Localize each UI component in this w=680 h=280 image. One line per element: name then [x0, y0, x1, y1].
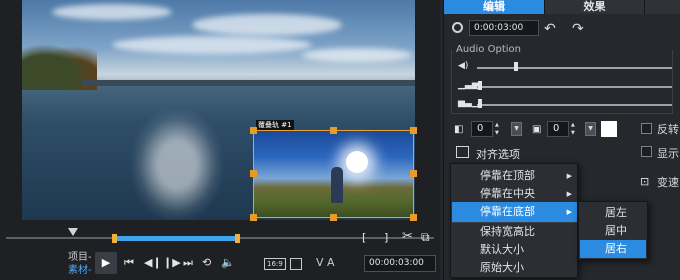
- menu-item-label: 默认大小: [480, 243, 524, 256]
- border-style-dropdown[interactable]: ▼: [511, 122, 522, 136]
- menu-item-label: 停靠在顶部: [480, 169, 535, 182]
- clip-mode-label[interactable]: 素材-: [68, 264, 92, 277]
- submenu-arrow-icon: ▶: [566, 190, 572, 198]
- shadow-icon: ▣: [532, 124, 542, 135]
- timecode-field[interactable]: 00:00:03:00: [364, 255, 436, 272]
- speed-icon[interactable]: ⊡: [640, 175, 649, 188]
- snapshot-icon[interactable]: ⧉: [421, 229, 430, 245]
- volume-slider[interactable]: [477, 67, 672, 69]
- overlay-clip-label: 覆叠轨 #1: [256, 120, 294, 130]
- cloud: [112, 36, 312, 54]
- resize-handle-bottom-left[interactable]: [250, 214, 257, 221]
- dock-bottom-submenu: 居左 居中 居右: [578, 201, 648, 260]
- far-shore: [82, 80, 415, 86]
- overlay-clip[interactable]: [253, 130, 414, 218]
- fade-in-icon: ▁▃▅: [458, 80, 479, 90]
- fade-out-icon: ▅▃▁: [458, 98, 479, 108]
- resize-handle-left[interactable]: [250, 170, 257, 177]
- shadow-style-dropdown[interactable]: ▼: [585, 122, 596, 136]
- align-options-icon[interactable]: [456, 146, 469, 158]
- project-mode-label[interactable]: 项目-: [68, 251, 92, 264]
- overlay-person: [331, 167, 343, 203]
- fade-out-slider-thumb[interactable]: [478, 99, 482, 108]
- menu-item-keep-aspect[interactable]: 保持宽高比: [452, 222, 577, 242]
- speaker-icon: ◀): [458, 61, 469, 71]
- volume-slider-thumb[interactable]: [514, 62, 518, 71]
- menu-item-label: 停靠在中央: [480, 187, 535, 200]
- volume-icon[interactable]: 🔈: [221, 255, 235, 271]
- end-icon[interactable]: ⏭: [183, 255, 193, 271]
- resize-handle-top-right[interactable]: [410, 127, 417, 134]
- menu-item-dock-center[interactable]: 停靠在中央 ▶: [452, 184, 577, 204]
- scrubber-thumb[interactable]: [68, 228, 78, 236]
- rotate-left-icon[interactable]: ↶: [544, 21, 556, 37]
- fade-out-slider[interactable]: [477, 104, 672, 106]
- tab-more[interactable]: [644, 0, 680, 14]
- duration-field[interactable]: 0:00:03:00: [469, 20, 539, 36]
- submenu-arrow-icon: ▶: [566, 208, 572, 216]
- audio-option-title: Audio Option: [456, 44, 521, 55]
- options-tabs: 编辑 效果: [444, 0, 680, 14]
- reverse-checkbox[interactable]: [641, 123, 652, 134]
- cloud: [192, 14, 342, 36]
- cloud: [302, 48, 412, 62]
- border-color-swatch[interactable]: [601, 121, 617, 137]
- submenu-item-left[interactable]: 居左: [580, 204, 646, 222]
- play-button[interactable]: ▶: [95, 252, 117, 274]
- preview-pane: 覆叠轨 #1 [ ] ✂ ⧉ 项目- 素材- ▶ ⏮ ◀❙ ❙▶ ⏭ ⟲ 🔈 1…: [0, 0, 440, 280]
- menu-item-label: 停靠在底部: [480, 205, 535, 218]
- trim-start-handle[interactable]: [112, 234, 117, 243]
- mode-switch: 项目- 素材-: [68, 251, 92, 277]
- border-size-field[interactable]: 0: [471, 121, 493, 137]
- reverse-label: 反转: [657, 123, 679, 136]
- speed-label[interactable]: 变速: [657, 174, 679, 190]
- border-size-stepper[interactable]: ▲ ▼: [495, 121, 502, 137]
- tab-edit[interactable]: 编辑: [444, 0, 544, 14]
- cloud: [52, 4, 172, 20]
- play-icon: ▶: [101, 256, 111, 269]
- submenu-arrow-icon: ▶: [566, 172, 572, 180]
- resize-handle-top-left[interactable]: [250, 127, 257, 134]
- resize-handle-bottom[interactable]: [330, 214, 337, 221]
- menu-item-dock-bottom[interactable]: 停靠在底部 ▶: [452, 202, 577, 222]
- submenu-item-right[interactable]: 居右: [580, 240, 646, 258]
- home-icon[interactable]: ⏮: [124, 255, 134, 271]
- repeat-icon[interactable]: ⟲: [202, 255, 211, 271]
- show-label: 显示: [657, 147, 679, 160]
- overlay-sun: [346, 151, 368, 173]
- rotate-right-icon[interactable]: ↷: [572, 21, 584, 37]
- mark-out-icon[interactable]: ]: [384, 230, 388, 246]
- shadow-size-field[interactable]: 0: [547, 121, 569, 137]
- text-tool-label[interactable]: V A: [316, 256, 335, 269]
- menu-item-dock-top[interactable]: 停靠在顶部 ▶: [452, 166, 577, 186]
- trim-range[interactable]: [114, 236, 238, 241]
- align-options-menu: 停靠在顶部 ▶ 停靠在中央 ▶ 停靠在底部 ▶ 保持宽高比 默认大小 原始大小: [450, 163, 578, 278]
- menu-item-label: 保持宽高比: [480, 225, 535, 238]
- fit-screen-button[interactable]: [290, 258, 302, 270]
- submenu-item-center[interactable]: 居中: [580, 222, 646, 240]
- resize-handle-top[interactable]: [330, 127, 337, 134]
- show-checkbox[interactable]: [641, 146, 652, 157]
- shadow-size-stepper[interactable]: ▲ ▼: [571, 121, 578, 137]
- trim-end-handle[interactable]: [235, 234, 240, 243]
- tab-effect[interactable]: 效果: [544, 0, 644, 14]
- prev-frame-icon[interactable]: ◀❙: [144, 255, 162, 271]
- menu-item-original-size[interactable]: 原始大小: [452, 258, 577, 278]
- align-options-button[interactable]: 对齐选项: [476, 146, 520, 162]
- clock-icon: [452, 22, 463, 33]
- aspect-ratio-button[interactable]: 16:9: [264, 258, 286, 270]
- border-icon: ◧: [454, 124, 464, 135]
- menu-item-label: 原始大小: [480, 261, 524, 274]
- resize-handle-bottom-right[interactable]: [410, 214, 417, 221]
- resize-handle-right[interactable]: [410, 170, 417, 177]
- fade-in-slider-thumb[interactable]: [478, 81, 482, 90]
- fade-in-slider[interactable]: [477, 86, 672, 88]
- menu-item-default-size[interactable]: 默认大小: [452, 240, 577, 260]
- water-sparkle: [132, 110, 222, 220]
- scissors-icon[interactable]: ✂: [402, 229, 413, 245]
- next-frame-icon[interactable]: ❙▶: [163, 255, 181, 271]
- mark-in-icon[interactable]: [: [362, 230, 366, 246]
